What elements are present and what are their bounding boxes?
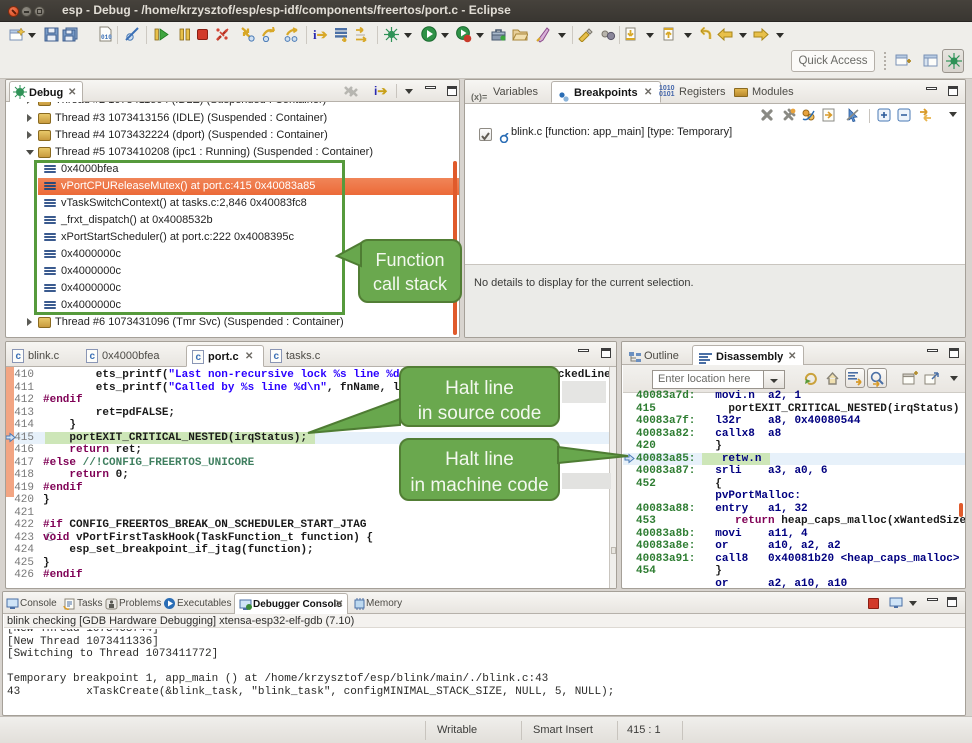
svg-text:010: 010 bbox=[101, 34, 112, 41]
